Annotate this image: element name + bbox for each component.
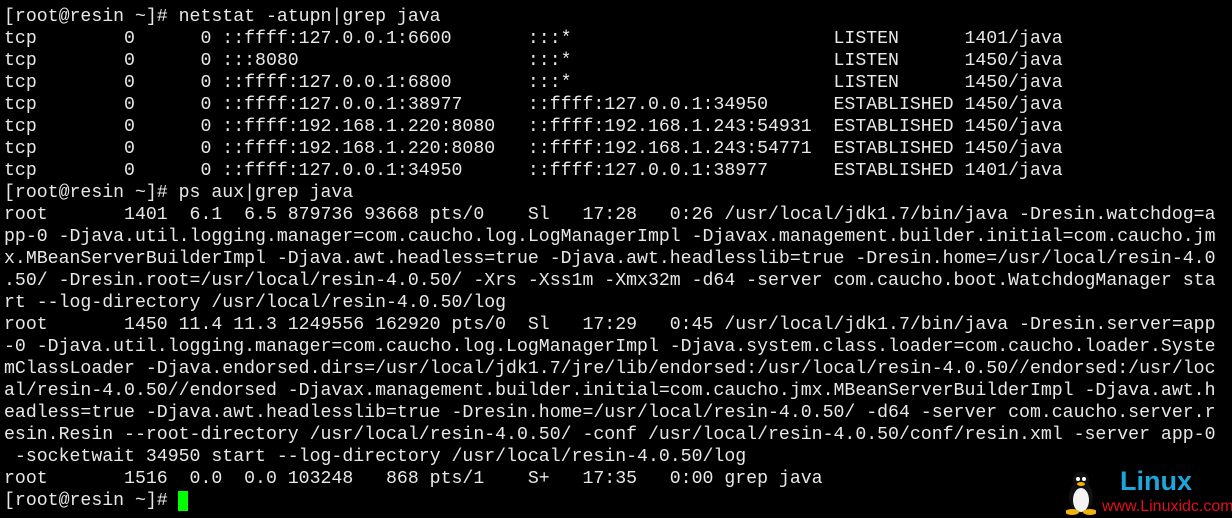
ps-row-continued: .50/ -Dresin.root=/usr/local/resin-4.0.5…	[4, 271, 1216, 291]
ps-row-continued: -0 -Djava.util.logging.manager=com.cauch…	[4, 337, 1216, 357]
watermark-brand: Linux	[1120, 466, 1192, 496]
ps-row-continued: x.MBeanServerBuilderImpl -Djava.awt.head…	[4, 249, 1216, 269]
ps-row: root 1401 6.1 6.5 879736 93668 pts/0 Sl …	[4, 205, 1216, 225]
netstat-row: tcp 0 0 ::ffff:127.0.0.1:6800 :::* LISTE…	[4, 73, 1063, 93]
ps-row: root 1516 0.0 0.0 103248 868 pts/1 S+ 17…	[4, 469, 823, 489]
text-cursor	[178, 491, 188, 511]
ps-row-continued: mClassLoader -Djava.endorsed.dirs=/usr/l…	[4, 359, 1216, 379]
netstat-row: tcp 0 0 :::8080 :::* LISTEN 1450/java	[4, 51, 1063, 71]
tux-penguin-icon	[1066, 472, 1096, 515]
ps-row-continued: eadless=true -Djava.awt.headlesslib=true…	[4, 403, 1216, 423]
ps-row-continued: esin.Resin --root-directory /usr/local/r…	[4, 425, 1216, 445]
ps-row: root 1450 11.4 11.3 1249556 162920 pts/0…	[4, 315, 1216, 335]
netstat-row: tcp 0 0 ::ffff:192.168.1.220:8080 ::ffff…	[4, 139, 1063, 159]
terminal-window[interactable]: [root@resin ~]# netstat -atupn|grep java…	[0, 0, 1232, 518]
watermark-logo: Linux www.Linuxidc.com	[1062, 466, 1232, 518]
netstat-row: tcp 0 0 ::ffff:192.168.1.220:8080 ::ffff…	[4, 117, 1063, 137]
netstat-row: tcp 0 0 ::ffff:127.0.0.1:34950 ::ffff:12…	[4, 161, 1063, 181]
shell-prompt[interactable]: [root@resin ~]#	[4, 490, 179, 512]
ps-row-continued: al/resin-4.0.50//endorsed -Djavax.manage…	[4, 381, 1216, 401]
netstat-row: tcp 0 0 ::ffff:127.0.0.1:38977 ::ffff:12…	[4, 95, 1063, 115]
command-line-ps: [root@resin ~]# ps aux|grep java	[4, 183, 354, 203]
command-line-netstat: [root@resin ~]# netstat -atupn|grep java	[4, 7, 441, 27]
ps-row-continued: pp-0 -Djava.util.logging.manager=com.cau…	[4, 227, 1216, 247]
ps-row-continued: rt --log-directory /usr/local/resin-4.0.…	[4, 293, 507, 313]
watermark-url: www.Linuxidc.com	[1102, 498, 1232, 515]
netstat-row: tcp 0 0 ::ffff:127.0.0.1:6600 :::* LISTE…	[4, 29, 1063, 49]
ps-row-continued: -socketwait 34950 start --log-directory …	[4, 447, 747, 467]
